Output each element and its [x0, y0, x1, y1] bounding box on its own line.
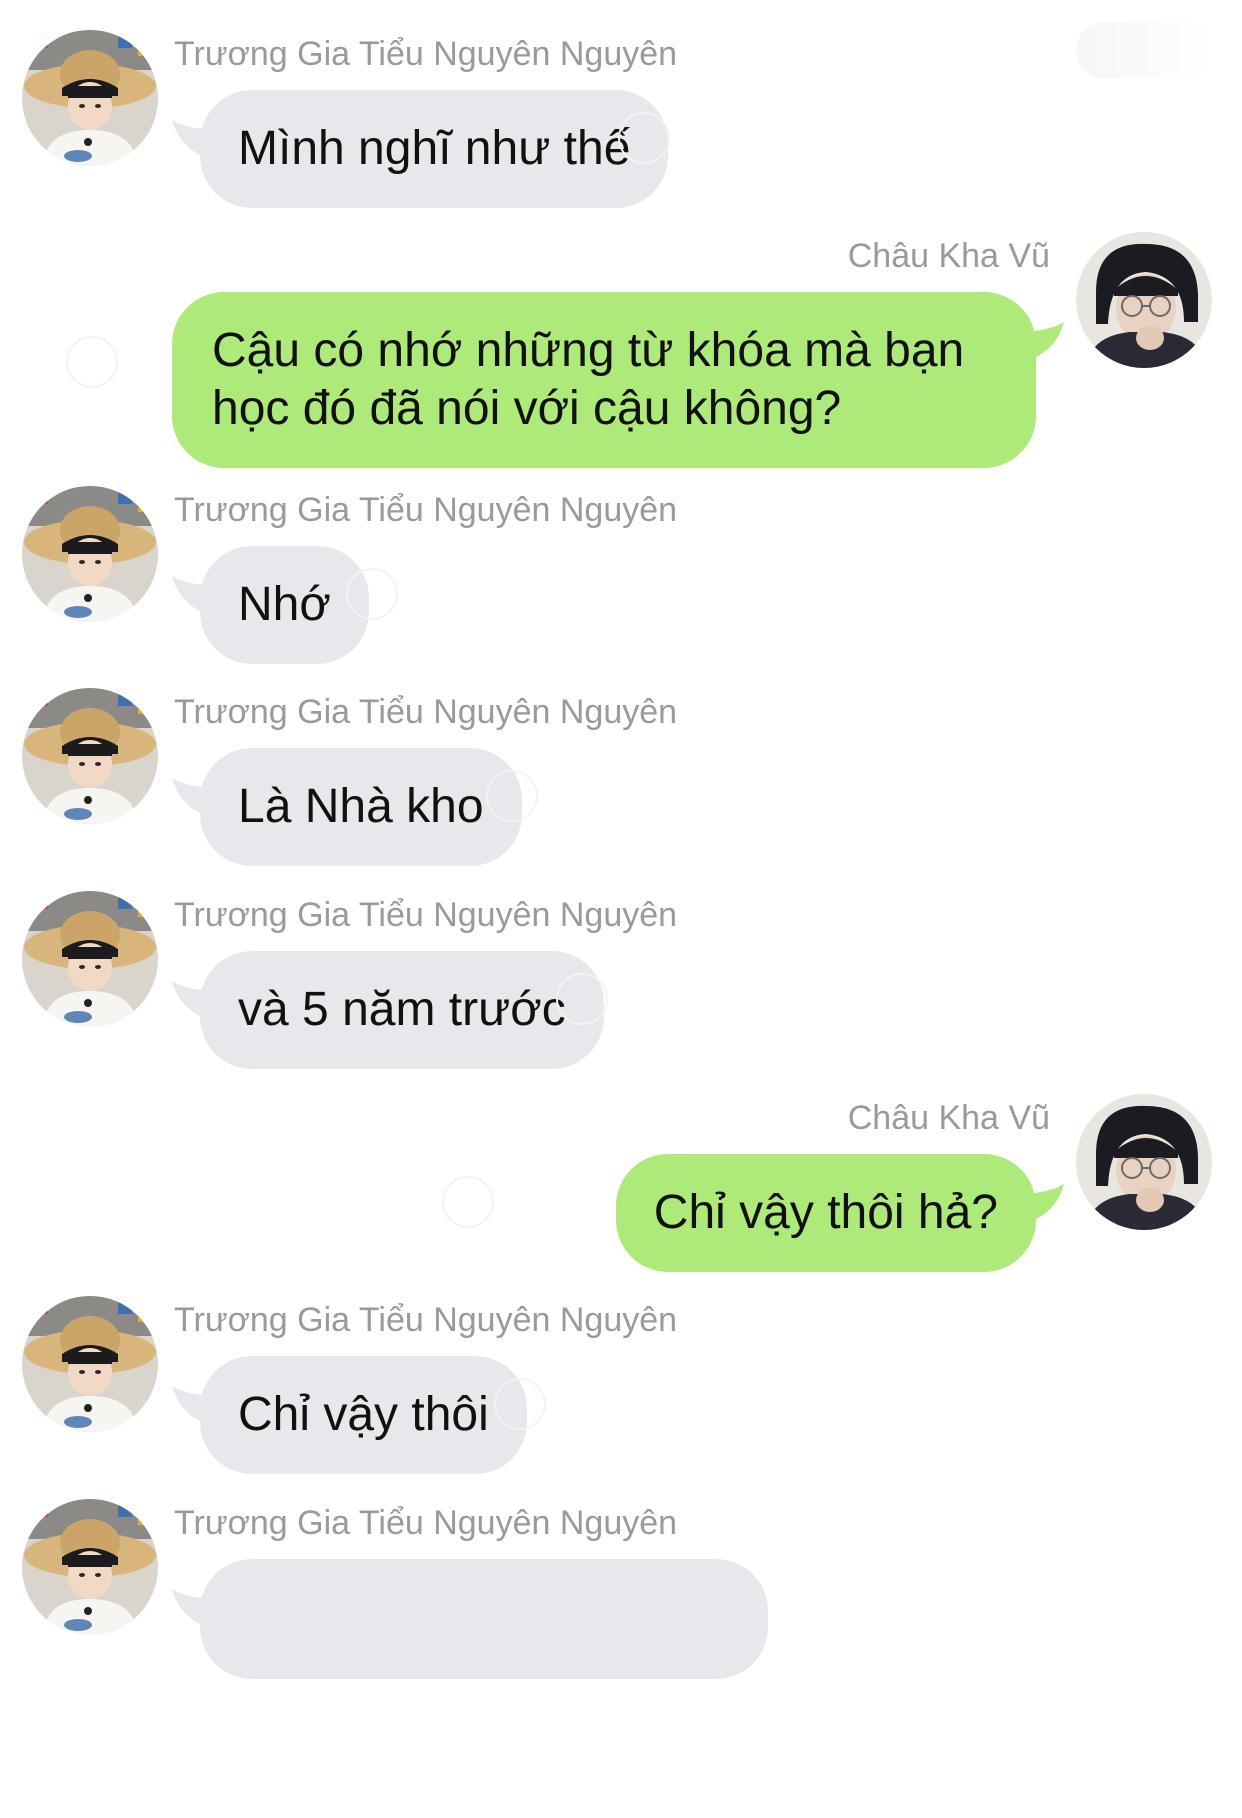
chat-thread: Trương Gia Tiểu Nguyên Nguyên Mình nghĩ …: [0, 0, 1242, 1818]
sender-name: Châu Kha Vũ: [847, 1099, 1050, 1137]
message-bubble[interactable]: [200, 1559, 768, 1679]
reaction-circle-icon[interactable]: [66, 336, 118, 388]
top-blur-region: [1076, 22, 1216, 78]
avatar-glasses-icon[interactable]: [1076, 1094, 1212, 1230]
reaction-circle-icon[interactable]: [346, 568, 398, 620]
message-bubble[interactable]: Là Nhà kho: [200, 748, 522, 866]
sender-name: Trương Gia Tiểu Nguyên Nguyên: [174, 896, 678, 934]
avatar-straw-hat-icon[interactable]: [22, 486, 158, 622]
reaction-circle-icon[interactable]: [494, 1378, 546, 1430]
avatar-straw-hat-icon[interactable]: [22, 688, 158, 824]
reaction-circle-icon[interactable]: [486, 770, 538, 822]
sender-name: Trương Gia Tiểu Nguyên Nguyên: [174, 35, 678, 73]
message-bubble[interactable]: và 5 năm trước: [200, 951, 604, 1069]
reaction-circle-icon[interactable]: [442, 1176, 494, 1228]
avatar-straw-hat-icon[interactable]: [22, 1499, 158, 1635]
reaction-circle-icon[interactable]: [556, 973, 608, 1025]
message-bubble[interactable]: Nhớ: [200, 546, 369, 664]
sender-name: Châu Kha Vũ: [847, 237, 1050, 275]
sender-name: Trương Gia Tiểu Nguyên Nguyên: [174, 693, 678, 731]
avatar-straw-hat-icon[interactable]: [22, 30, 158, 166]
message-bubble[interactable]: Chỉ vậy thôi: [200, 1356, 527, 1474]
avatar-straw-hat-icon[interactable]: [22, 1296, 158, 1432]
reaction-circle-icon[interactable]: [618, 112, 670, 164]
message-bubble[interactable]: Chỉ vậy thôi hả?: [615, 1154, 1036, 1272]
sender-name: Trương Gia Tiểu Nguyên Nguyên: [174, 491, 678, 529]
message-bubble[interactable]: Cậu có nhớ những từ khóa mà bạn học đó đ…: [172, 292, 1036, 468]
avatar-glasses-icon[interactable]: [1076, 232, 1212, 368]
message-bubble[interactable]: Mình nghĩ như thế: [200, 90, 669, 208]
sender-name: Trương Gia Tiểu Nguyên Nguyên: [174, 1504, 678, 1542]
sender-name: Trương Gia Tiểu Nguyên Nguyên: [174, 1301, 678, 1339]
avatar-straw-hat-icon[interactable]: [22, 891, 158, 1027]
